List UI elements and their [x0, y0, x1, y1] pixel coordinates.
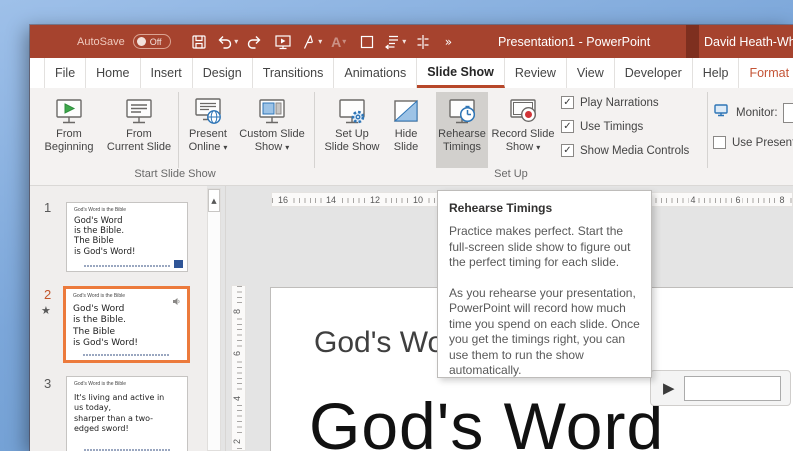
tab-animations[interactable]: Animations [334, 58, 418, 88]
autosave-toggle[interactable]: Off [132, 34, 171, 49]
blue-shape [174, 260, 183, 268]
tab-format[interactable]: Format [739, 58, 793, 88]
monitor-icon [713, 102, 730, 124]
custom-slide-show-button[interactable]: Custom Slide Show ▾ [235, 92, 309, 168]
tab-home[interactable]: Home [86, 58, 141, 88]
media-seek-box[interactable] [683, 375, 781, 401]
ribbon-divider [707, 92, 708, 168]
redo-icon[interactable] [242, 29, 268, 55]
title-bar: AutoSave Off ▾ ▾ A ▾ ▾ » Presentation1 -… [30, 25, 793, 58]
hide-slide-button[interactable]: Hide Slide [387, 92, 425, 168]
tab-review[interactable]: Review [505, 58, 567, 88]
chevron-down-icon: ▾ [223, 143, 228, 152]
tab-file[interactable]: File [44, 58, 87, 88]
tooltip-paragraph-1: Practice makes perfect. Start the full-s… [449, 224, 631, 269]
slide-number: 3 [44, 376, 52, 391]
font-color-icon: A ▾ [331, 33, 347, 50]
start-slideshow-icon[interactable] [270, 29, 296, 55]
chevron-down-icon: ▾ [536, 143, 541, 152]
ribbon-tab-bar: File Home Insert Design Transitions Anim… [30, 58, 793, 88]
tab-help[interactable]: Help [693, 58, 740, 88]
tooltip-paragraph-2: As you rehearse your presentation, Power… [449, 285, 640, 378]
group-label-set-up: Set Up [494, 168, 528, 180]
unchecked-checkbox-icon [713, 136, 726, 149]
checked-checkbox-icon: ✓ [561, 120, 574, 133]
slide-thumbnail-1[interactable]: God's Word is the Bible God's Word is th… [66, 202, 188, 272]
monitor-select[interactable]: Monitor: [713, 102, 793, 124]
play-icon[interactable]: ▶ [663, 379, 675, 397]
monitor-dropdown[interactable] [782, 103, 793, 123]
slide-thumbnail-panel: 1 God's Word is the Bible God's Word is … [30, 186, 207, 451]
save-icon[interactable] [186, 29, 212, 55]
slide-thumbnail-2-selected[interactable]: God's Word is the Bible God's Word is th… [63, 286, 190, 363]
from-beginning-button[interactable]: From Beginning [40, 92, 98, 168]
autosave-label: AutoSave [77, 35, 125, 48]
media-control-bar[interactable]: ▶ [650, 370, 791, 406]
undo-icon[interactable]: ▾ [214, 29, 240, 55]
group-label-start-slide-show: Start Slide Show [134, 168, 216, 180]
checked-checkbox-icon: ✓ [561, 96, 574, 109]
account-name[interactable]: David Heath-Whyt [704, 25, 793, 58]
autosave-state: Off [149, 36, 162, 47]
desktop: AutoSave Off ▾ ▾ A ▾ ▾ » Presentation1 -… [0, 0, 793, 451]
tab-transitions[interactable]: Transitions [253, 58, 335, 88]
present-online-button[interactable]: Present Online ▾ [183, 92, 233, 168]
laser-pointer-icon[interactable]: ▾ [298, 29, 324, 55]
slide-body-text[interactable]: God's Word [309, 388, 664, 451]
slide-thumbnail-3[interactable]: God's Word is the Bible It's living and … [66, 376, 188, 451]
slide-number: 1 [44, 200, 52, 215]
vertical-ruler: 8 6 4 2 [231, 285, 246, 451]
monitor-panels-icon [257, 94, 287, 128]
monitor-gear-icon [337, 94, 367, 128]
show-media-controls-checkbox[interactable]: ✓ Show Media Controls [561, 144, 689, 157]
scroll-up-icon[interactable]: ▲ [208, 189, 220, 212]
indent-icon[interactable]: ▾ [382, 29, 408, 55]
audio-speaker-icon [172, 293, 181, 311]
ribbon-divider [314, 92, 315, 168]
monitor-lines-icon [124, 94, 154, 128]
rehearse-timings-tooltip: Rehearse Timings Practice makes perfect.… [437, 190, 652, 378]
titlebar-divider [686, 25, 699, 58]
footer-text-line [82, 354, 171, 356]
tab-view[interactable]: View [567, 58, 615, 88]
tab-developer[interactable]: Developer [615, 58, 693, 88]
tab-slide-show[interactable]: Slide Show [417, 58, 505, 88]
monitor-globe-icon [193, 94, 223, 128]
record-slide-show-button[interactable]: Record Slide Show ▾ [488, 92, 558, 168]
use-presenter-view-checkbox[interactable]: Use Present [713, 136, 793, 149]
panel-divider[interactable] [225, 186, 226, 451]
document-title: Presentation1 - PowerPoint [498, 34, 651, 49]
monitor-label: Monitor: [736, 107, 778, 119]
tab-insert[interactable]: Insert [141, 58, 193, 88]
toggle-knob-icon [136, 37, 146, 46]
hide-slide-icon [391, 94, 421, 128]
chevron-down-icon: ▾ [285, 143, 290, 152]
shape-icon[interactable] [354, 29, 380, 55]
quick-access-toolbar: ▾ ▾ A ▾ ▾ » [185, 29, 452, 55]
distribute-icon[interactable] [410, 29, 436, 55]
footer-text-line [83, 265, 171, 267]
rehearse-timings-button[interactable]: Rehearse Timings [436, 92, 488, 168]
tab-design[interactable]: Design [193, 58, 253, 88]
monitor-play-icon [54, 94, 84, 128]
thumbnail-scrollbar[interactable]: ▲ [207, 188, 221, 451]
monitor-record-icon [508, 94, 538, 128]
play-narrations-checkbox[interactable]: ✓ Play Narrations [561, 96, 659, 109]
tooltip-title: Rehearse Timings [449, 201, 553, 215]
slide-number-selected: 2 [44, 287, 52, 302]
ribbon: From Beginning From Current Slide Presen… [30, 88, 793, 186]
ribbon-divider [178, 92, 179, 168]
more-commands-icon[interactable]: » [445, 35, 452, 49]
set-up-slide-show-button[interactable]: Set Up Slide Show [321, 92, 383, 168]
checked-checkbox-icon: ✓ [561, 144, 574, 157]
animation-star-icon: ★ [41, 304, 51, 317]
use-timings-checkbox[interactable]: ✓ Use Timings [561, 120, 643, 133]
from-current-slide-button[interactable]: From Current Slide [100, 92, 178, 168]
monitor-clock-icon [447, 94, 477, 128]
